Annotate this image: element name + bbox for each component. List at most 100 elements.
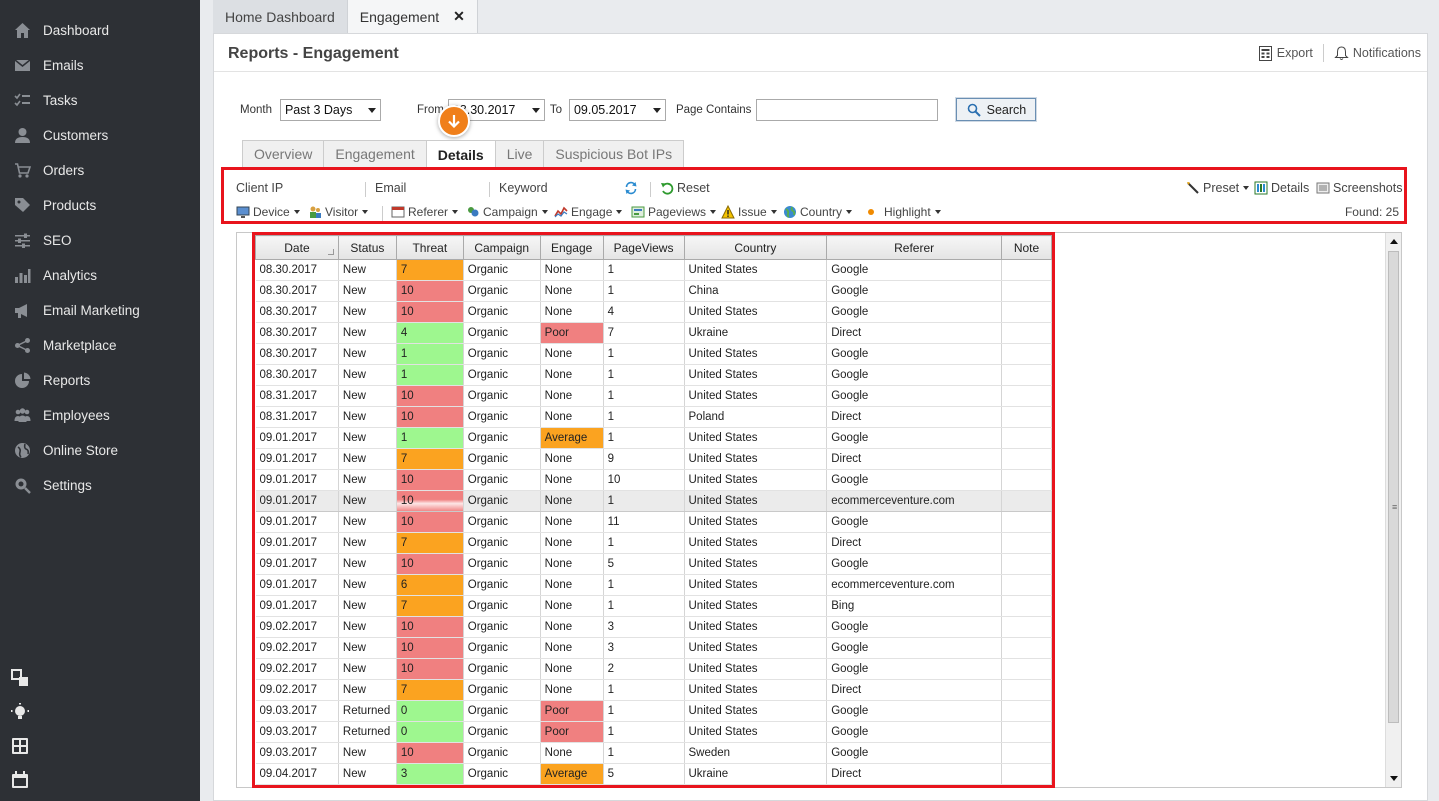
cell-threat: 7	[396, 595, 464, 617]
calculator-icon[interactable]	[10, 736, 30, 756]
table-row[interactable]: 08.30.2017 New 10 Organic None 1 China Google	[255, 280, 1052, 302]
table-row[interactable]: 08.31.2017 New 10 Organic None 1 United States…	[255, 385, 1052, 407]
campaign-dropdown[interactable]: Campaign	[466, 205, 548, 219]
table-row[interactable]: 09.02.2017 New 7 Organic None 1 United States D…	[255, 679, 1052, 701]
cell-engage: None	[540, 595, 604, 617]
page-contains-input[interactable]	[756, 98, 939, 121]
column-header-note[interactable]: Note	[1001, 235, 1052, 260]
table-row[interactable]: 09.03.2017 Returned 0 Organic Poor 1 United St…	[255, 721, 1052, 743]
sidebar-item-analytics[interactable]: Analytics	[0, 258, 200, 293]
to-date-select[interactable]: 09.05.2017	[568, 98, 666, 121]
preset-dropdown[interactable]: Preset	[1186, 181, 1250, 195]
chevron-down-icon	[934, 210, 941, 214]
screenshots-button[interactable]: Screenshots	[1316, 181, 1402, 195]
sidebar-item-settings[interactable]: Settings	[0, 468, 200, 503]
referer-dropdown[interactable]: Referer	[391, 205, 459, 219]
cell-pageviews: 7	[603, 322, 685, 344]
client-ip-filter[interactable]: Client IP	[236, 181, 283, 195]
column-header-threat[interactable]: Threat	[395, 235, 464, 260]
table-row[interactable]: 09.01.2017 New 10 Organic None 10 United State…	[255, 469, 1052, 491]
column-header-pageviews[interactable]: PageViews	[602, 235, 685, 260]
sidebar-item-online-store[interactable]: Online Store	[0, 433, 200, 468]
visitor-dropdown[interactable]: Visitor	[308, 205, 369, 219]
pageviews-dropdown[interactable]: Pageviews	[631, 205, 717, 219]
tab-overview[interactable]: Overview	[242, 140, 325, 167]
column-header-country[interactable]: Country	[683, 235, 828, 260]
table-row[interactable]: 08.30.2017 New 1 Organic None 1 United States G…	[255, 343, 1052, 365]
device-dropdown[interactable]: Device	[236, 205, 300, 219]
keyword-filter[interactable]: Keyword	[499, 181, 548, 195]
table-row[interactable]: 09.02.2017 New 10 Organic None 2 United States…	[255, 658, 1052, 680]
table-row[interactable]: 09.02.2017 New 10 Organic None 3 United States…	[255, 616, 1052, 638]
tab-engagement[interactable]: Engagement	[323, 140, 427, 167]
cell-note	[1001, 427, 1052, 449]
table-row[interactable]: 09.03.2017 Returned 0 Organic Poor 1 United St…	[255, 700, 1052, 722]
cell-referer: Google	[826, 385, 1003, 407]
month-select[interactable]: Past 3 Days	[279, 98, 381, 121]
table-row[interactable]: 09.01.2017 New 10 Organic None 5 United States…	[255, 553, 1052, 575]
scroll-down-badge[interactable]	[438, 105, 470, 137]
close-icon[interactable]: ✕	[453, 8, 465, 25]
highlight-dropdown[interactable]: Highlight	[864, 205, 941, 219]
column-header-referer[interactable]: Referer	[826, 235, 1003, 260]
scrollbar-thumb[interactable]: ≡	[1388, 251, 1399, 723]
preset-label: Preset	[1203, 181, 1240, 195]
cell-country: United States	[684, 679, 828, 701]
column-header-label: Engage	[550, 240, 593, 255]
sidebar-item-products[interactable]: Products	[0, 188, 200, 223]
cell-status: Returned	[338, 721, 397, 743]
tab-engagement[interactable]: Engagement ✕	[347, 0, 478, 33]
details-button[interactable]: Details	[1254, 181, 1309, 195]
layout-icon[interactable]	[10, 668, 30, 688]
sidebar-item-customers[interactable]: Customers	[0, 118, 200, 153]
table-row[interactable]: 08.31.2017 New 10 Organic None 1 Poland Direct	[255, 406, 1052, 428]
page-title: Reports - Engagement	[228, 45, 399, 62]
lightbulb-icon[interactable]	[10, 702, 30, 722]
table-row[interactable]: 09.01.2017 New 10 Organic None 11 United State…	[255, 511, 1052, 533]
table-row[interactable]: 09.01.2017 New 6 Organic None 1 United States e…	[255, 574, 1052, 596]
column-header-date[interactable]: Date	[255, 235, 339, 260]
table-row[interactable]: 08.30.2017 New 4 Organic Poor 7 Ukraine Direct	[255, 322, 1052, 344]
table-row[interactable]: 09.01.2017 New 1 Organic Average 1 United Stat…	[255, 427, 1052, 449]
column-header-campaign[interactable]: Campaign	[462, 235, 541, 260]
reset-button[interactable]: Reset	[660, 181, 710, 195]
sidebar-item-reports[interactable]: Reports	[0, 363, 200, 398]
country-dropdown[interactable]: Country	[783, 205, 853, 219]
engage-dropdown[interactable]: Engage	[554, 205, 623, 219]
sidebar-item-employees[interactable]: Employees	[0, 398, 200, 433]
issue-dropdown[interactable]: Issue	[721, 205, 777, 219]
column-header-status[interactable]: Status	[337, 235, 397, 260]
table-row[interactable]: 09.01.2017 New 7 Organic None 1 United States D…	[255, 532, 1052, 554]
search-button[interactable]: Search	[955, 97, 1038, 122]
table-row[interactable]: 09.01.2017 New 10 Organic None 1 United States…	[255, 490, 1052, 512]
calendar-icon[interactable]	[10, 770, 30, 790]
table-row[interactable]: 08.30.2017 New 10 Organic None 4 United States…	[255, 301, 1052, 323]
table-row[interactable]: 08.30.2017 New 1 Organic None 1 United States G…	[255, 364, 1052, 386]
sidebar-item-dashboard[interactable]: Dashboard	[0, 13, 200, 48]
table-row[interactable]: 09.01.2017 New 7 Organic None 9 United States D…	[255, 448, 1052, 470]
notifications-button[interactable]: Notifications	[1334, 45, 1421, 61]
spreadsheet-icon	[1258, 45, 1272, 61]
export-button[interactable]: Export	[1258, 45, 1313, 61]
tab-suspicious-bot-ips[interactable]: Suspicious Bot IPs	[543, 140, 685, 167]
sidebar-item-tasks[interactable]: Tasks	[0, 83, 200, 118]
sidebar-item-seo[interactable]: SEO	[0, 223, 200, 258]
table-row[interactable]: 08.30.2017 New 7 Organic None 1 United States G…	[255, 259, 1052, 281]
scroll-up-arrow-icon[interactable]	[1390, 239, 1398, 244]
tab-live[interactable]: Live	[494, 140, 545, 167]
table-row[interactable]: 09.02.2017 New 10 Organic None 3 United States…	[255, 637, 1052, 659]
table-row[interactable]: 09.01.2017 New 7 Organic None 1 United States B…	[255, 595, 1052, 617]
refresh-button[interactable]	[624, 181, 641, 195]
tab-details[interactable]: Details	[425, 140, 496, 168]
tab-home-dashboard[interactable]: Home Dashboard	[213, 0, 348, 33]
sidebar-item-marketplace[interactable]: Marketplace	[0, 328, 200, 363]
email-filter[interactable]: Email	[375, 181, 406, 195]
table-row[interactable]: 09.04.2017 New 3 Organic Average 5 Ukraine Dire…	[255, 763, 1052, 785]
sidebar-item-orders[interactable]: Orders	[0, 153, 200, 188]
sidebar-item-email-marketing[interactable]: Email Marketing	[0, 293, 200, 328]
column-header-engage[interactable]: Engage	[539, 235, 604, 260]
scroll-down-arrow-icon[interactable]	[1390, 776, 1398, 781]
sidebar-item-emails[interactable]: Emails	[0, 48, 200, 83]
vertical-scrollbar[interactable]: ≡	[1385, 233, 1401, 787]
table-row[interactable]: 09.03.2017 New 10 Organic None 1 Sweden Google	[255, 742, 1052, 764]
